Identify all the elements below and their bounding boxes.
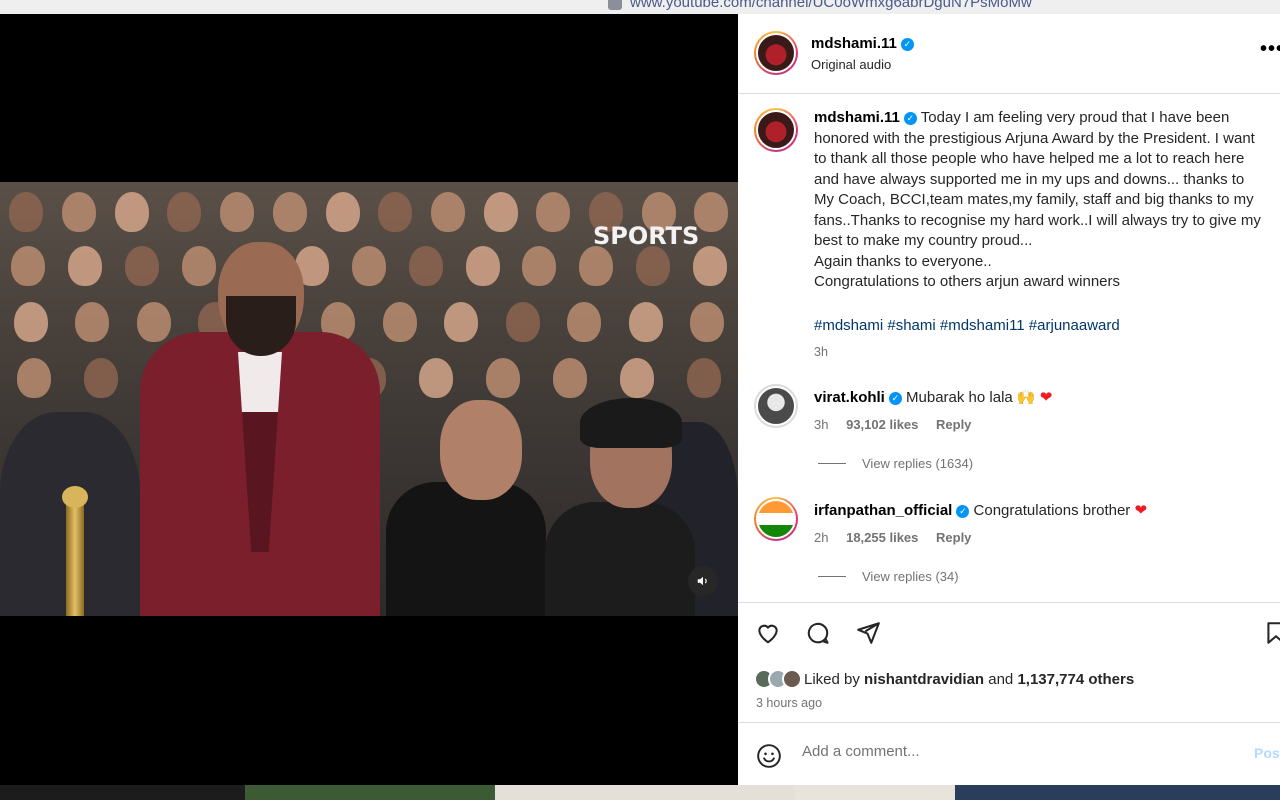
person-red-blazer <box>140 332 380 616</box>
likers-avatars <box>754 669 802 689</box>
speaker-icon[interactable] <box>688 566 718 596</box>
sports-watermark: SPORTS <box>593 222 700 250</box>
video-viewer[interactable]: SPORTS <box>0 14 738 785</box>
add-comment-input[interactable] <box>802 743 1242 760</box>
verified-badge-icon: ✓ <box>888 392 902 405</box>
comment-bubble-icon[interactable] <box>804 619 832 647</box>
caption-username[interactable]: mdshami.11 ✓ <box>814 109 917 126</box>
caption-timestamp[interactable]: 3h <box>814 345 828 359</box>
view-replies-button[interactable]: View replies (34) <box>818 569 959 584</box>
comment-item: irfanpathan_official ✓ Congratulations br… <box>754 497 1264 602</box>
author-avatar[interactable] <box>754 31 798 75</box>
background-page-header: www.youtube.com/channel/UC0oWmxg6abrDguN… <box>0 0 1280 14</box>
post-actions: Liked by nishantdravidian and 1,137,774 … <box>738 602 1280 722</box>
view-replies-button[interactable]: View replies (1634) <box>818 456 973 471</box>
save-bookmark-icon[interactable] <box>1262 619 1280 647</box>
likes-count[interactable]: 1,137,774 others <box>1017 671 1134 688</box>
comment-text: Congratulations brother <box>973 502 1131 519</box>
caption-text: Today I am feeling very proud that I hav… <box>814 109 1261 290</box>
stanchion-post <box>62 486 88 616</box>
post-timestamp[interactable]: 3 hours ago <box>756 696 822 710</box>
background-page-footer <box>0 785 1280 800</box>
commenter-avatar[interactable] <box>754 384 798 428</box>
more-options-icon[interactable]: ••• <box>1260 38 1280 61</box>
comments-section[interactable]: mdshami.11 ✓ Today I am feeling very prou… <box>738 94 1280 602</box>
post-header: mdshami.11✓ Original audio ••• <box>738 14 1280 94</box>
emoji-smiley-icon[interactable] <box>756 743 782 774</box>
verified-badge-icon: ✓ <box>900 38 914 51</box>
video-frame[interactable]: SPORTS <box>0 182 738 616</box>
liked-by-user[interactable]: nishantdravidian <box>864 671 984 688</box>
commenter-avatar[interactable] <box>754 497 798 541</box>
comment-composer: Post <box>738 722 1280 785</box>
comment-likes[interactable]: 93,102 likes <box>846 417 918 432</box>
reply-button[interactable]: Reply <box>936 417 971 432</box>
verified-badge-icon: ✓ <box>903 112 917 125</box>
red-heart-emoji-icon: ❤ <box>1134 502 1148 519</box>
comment-likes[interactable]: 18,255 likes <box>846 530 918 545</box>
comment-item: virat.kohli ✓ Mubarak ho lala 🙌 ❤ 3h 93,1… <box>754 384 1264 494</box>
red-heart-emoji-icon: ❤ <box>1039 389 1053 406</box>
commenter-username[interactable]: irfanpathan_official ✓ <box>814 502 970 519</box>
post-comment-button[interactable]: Post <box>1254 745 1280 761</box>
verified-badge-icon: ✓ <box>956 505 970 518</box>
liked-by-summary[interactable]: Liked by nishantdravidian and 1,137,774 … <box>754 669 1134 689</box>
comment-time[interactable]: 3h <box>814 417 828 432</box>
audio-label[interactable]: Original audio <box>811 57 891 72</box>
comment-text: Mubarak ho lala 🙌 <box>906 389 1036 406</box>
hashtags[interactable]: #mdshami #shami #mdshami11 #arjunaaward <box>814 317 1120 334</box>
like-heart-icon[interactable] <box>754 619 782 647</box>
background-youtube-link[interactable]: www.youtube.com/channel/UC0oWmxg6abrDguN… <box>608 0 1032 11</box>
caption-avatar[interactable] <box>754 108 798 152</box>
commenter-username[interactable]: virat.kohli ✓ <box>814 389 902 406</box>
reply-button[interactable]: Reply <box>936 530 971 545</box>
share-paper-plane-icon[interactable] <box>854 619 882 647</box>
post-details-panel: mdshami.11✓ Original audio ••• mdshami.1… <box>738 14 1280 785</box>
author-username[interactable]: mdshami.11 ✓ <box>811 35 914 52</box>
comment-time[interactable]: 2h <box>814 530 828 545</box>
